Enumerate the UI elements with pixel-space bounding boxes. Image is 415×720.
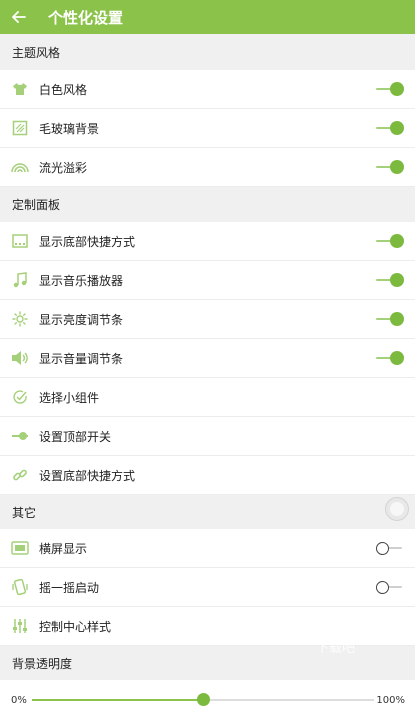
sliders-icon [11, 617, 29, 635]
other-item-label: 控制中心样式 [39, 619, 112, 634]
panel-item-show-dock[interactable]: 显示底部快捷方式 [0, 222, 415, 261]
brightness-icon [11, 310, 29, 328]
panel-item-bottom-shortcuts[interactable]: 设置底部快捷方式 [0, 456, 415, 495]
theme-item-label: 白色风格 [39, 82, 88, 97]
show-volume-toggle[interactable] [376, 351, 404, 365]
show-brightness-toggle[interactable] [376, 312, 404, 326]
panel-item-top-switches[interactable]: 设置顶部开关 [0, 417, 415, 456]
section-panel-title: 定制面板 [12, 198, 61, 212]
opacity-max-label: 100% [376, 694, 405, 706]
panel-item-show-brightness[interactable]: 显示亮度调节条 [0, 300, 415, 339]
toggle-slider-icon [11, 427, 29, 445]
theme-item-white-style[interactable]: 白色风格 [0, 70, 415, 109]
floating-ball-icon[interactable] [385, 497, 409, 521]
opacity-slider-track[interactable] [32, 693, 374, 706]
frosted-glass-toggle[interactable] [376, 121, 404, 135]
theme-item-label: 毛玻璃背景 [39, 121, 100, 136]
top-bar: 个性化设置 [0, 0, 415, 34]
panel-item-label: 设置底部快捷方式 [39, 468, 136, 483]
shake-launch-toggle[interactable] [376, 580, 404, 594]
panel-item-label: 显示底部快捷方式 [39, 234, 136, 249]
opacity-min-label: 0% [11, 694, 27, 706]
section-other-title: 其它 [12, 505, 37, 520]
theme-item-label: 流光溢彩 [39, 160, 88, 175]
music-note-icon [11, 271, 29, 289]
opacity-slider-row: 0% 100% [0, 680, 415, 720]
other-item-shake-launch[interactable]: 摇一摇启动 [0, 568, 415, 607]
panel-item-label: 显示亮度调节条 [39, 312, 124, 327]
check-circle-icon [11, 388, 29, 406]
volume-icon [11, 349, 29, 367]
section-other: 其它 [0, 495, 415, 529]
rainbow-icon [11, 158, 29, 176]
landscape-toggle[interactable] [376, 541, 404, 555]
section-panel: 定制面板 [0, 187, 415, 222]
panel-item-label: 显示音量调节条 [39, 351, 124, 366]
opacity-slider-fill [32, 699, 203, 701]
section-opacity-title: 背景透明度 [12, 656, 73, 671]
back-arrow-icon [12, 11, 26, 23]
page-title: 个性化设置 [48, 8, 124, 27]
show-dock-toggle[interactable] [376, 234, 404, 248]
theme-item-frosted-glass[interactable]: 毛玻璃背景 [0, 109, 415, 148]
panel-item-label: 选择小组件 [39, 390, 100, 405]
app-screen: 个性化设置 主题风格 白色风格 毛玻璃背景 流光溢彩 定制面板 显示底部快捷方式 [0, 0, 415, 720]
other-item-landscape[interactable]: 横屏显示 [0, 529, 415, 568]
panel-item-label: 设置顶部开关 [39, 429, 112, 444]
watermark-text: 下载吧 [316, 641, 356, 656]
frosted-glass-icon [11, 119, 29, 137]
flowing-colors-toggle[interactable] [376, 160, 404, 174]
shake-phone-icon [11, 578, 29, 596]
panel-item-choose-widget[interactable]: 选择小组件 [0, 378, 415, 417]
opacity-slider-thumb[interactable] [197, 693, 210, 706]
section-theme: 主题风格 [0, 34, 415, 70]
show-music-toggle[interactable] [376, 273, 404, 287]
dock-icon [11, 232, 29, 250]
landscape-icon [11, 539, 29, 557]
tshirt-icon [11, 80, 29, 98]
panel-item-show-volume[interactable]: 显示音量调节条 [0, 339, 415, 378]
link-icon [11, 466, 29, 484]
panel-item-show-music[interactable]: 显示音乐播放器 [0, 261, 415, 300]
other-item-label: 摇一摇启动 [39, 580, 100, 595]
theme-item-flowing-colors[interactable]: 流光溢彩 [0, 148, 415, 187]
back-button[interactable] [0, 0, 38, 34]
section-theme-title: 主题风格 [12, 45, 61, 60]
other-item-label: 横屏显示 [39, 541, 88, 556]
white-style-toggle[interactable] [376, 82, 404, 96]
panel-item-label: 显示音乐播放器 [39, 273, 124, 288]
